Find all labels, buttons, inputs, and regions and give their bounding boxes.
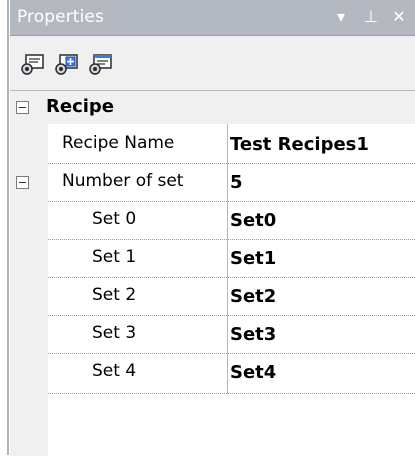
add-property-icon[interactable] bbox=[54, 52, 80, 76]
property-value[interactable]: Set4 bbox=[230, 362, 276, 383]
property-name: Set 3 bbox=[92, 323, 137, 343]
property-row[interactable]: Set 0 Set0 bbox=[10, 202, 415, 240]
property-grid: Recipe Recipe Name Test Recipes1 Number … bbox=[10, 90, 415, 456]
close-icon[interactable]: ✕ bbox=[388, 6, 410, 28]
panel-title: Properties bbox=[17, 7, 104, 27]
property-row[interactable]: Set 2 Set2 bbox=[10, 278, 415, 316]
property-value[interactable]: Set3 bbox=[230, 324, 276, 345]
property-row[interactable]: Set 4 Set4 bbox=[10, 354, 415, 394]
property-name: Number of set bbox=[62, 171, 184, 191]
left-edge bbox=[0, 0, 10, 455]
property-row[interactable]: Recipe Name Test Recipes1 bbox=[10, 124, 415, 164]
categorized-icon[interactable] bbox=[20, 52, 46, 76]
property-name: Set 4 bbox=[92, 361, 137, 381]
property-value[interactable]: 5 bbox=[230, 172, 243, 193]
property-value[interactable]: Test Recipes1 bbox=[230, 134, 369, 155]
collapse-icon[interactable] bbox=[16, 101, 29, 114]
category-row-recipe[interactable]: Recipe bbox=[10, 91, 415, 124]
category-label: Recipe bbox=[46, 96, 115, 117]
property-row[interactable]: Set 1 Set1 bbox=[10, 240, 415, 278]
grid-empty-area bbox=[10, 394, 415, 456]
property-name: Set 0 bbox=[92, 209, 137, 229]
property-value[interactable]: Set0 bbox=[230, 210, 276, 231]
property-value[interactable]: Set2 bbox=[230, 286, 276, 307]
property-name: Set 2 bbox=[92, 285, 137, 305]
property-value[interactable]: Set1 bbox=[230, 248, 276, 269]
property-name: Set 1 bbox=[92, 247, 137, 267]
property-pages-icon[interactable] bbox=[88, 52, 114, 76]
dropdown-icon[interactable]: ▾ bbox=[330, 6, 352, 28]
property-name: Recipe Name bbox=[62, 133, 175, 153]
property-row[interactable]: Number of set 5 bbox=[10, 164, 415, 202]
pin-icon[interactable]: ⊥ bbox=[360, 6, 382, 28]
property-row[interactable]: Set 3 Set3 bbox=[10, 316, 415, 354]
properties-panel: Properties ▾ ⊥ ✕ Recipe Recipe Name Test… bbox=[10, 0, 415, 456]
panel-titlebar[interactable]: Properties ▾ ⊥ ✕ bbox=[10, 0, 415, 36]
